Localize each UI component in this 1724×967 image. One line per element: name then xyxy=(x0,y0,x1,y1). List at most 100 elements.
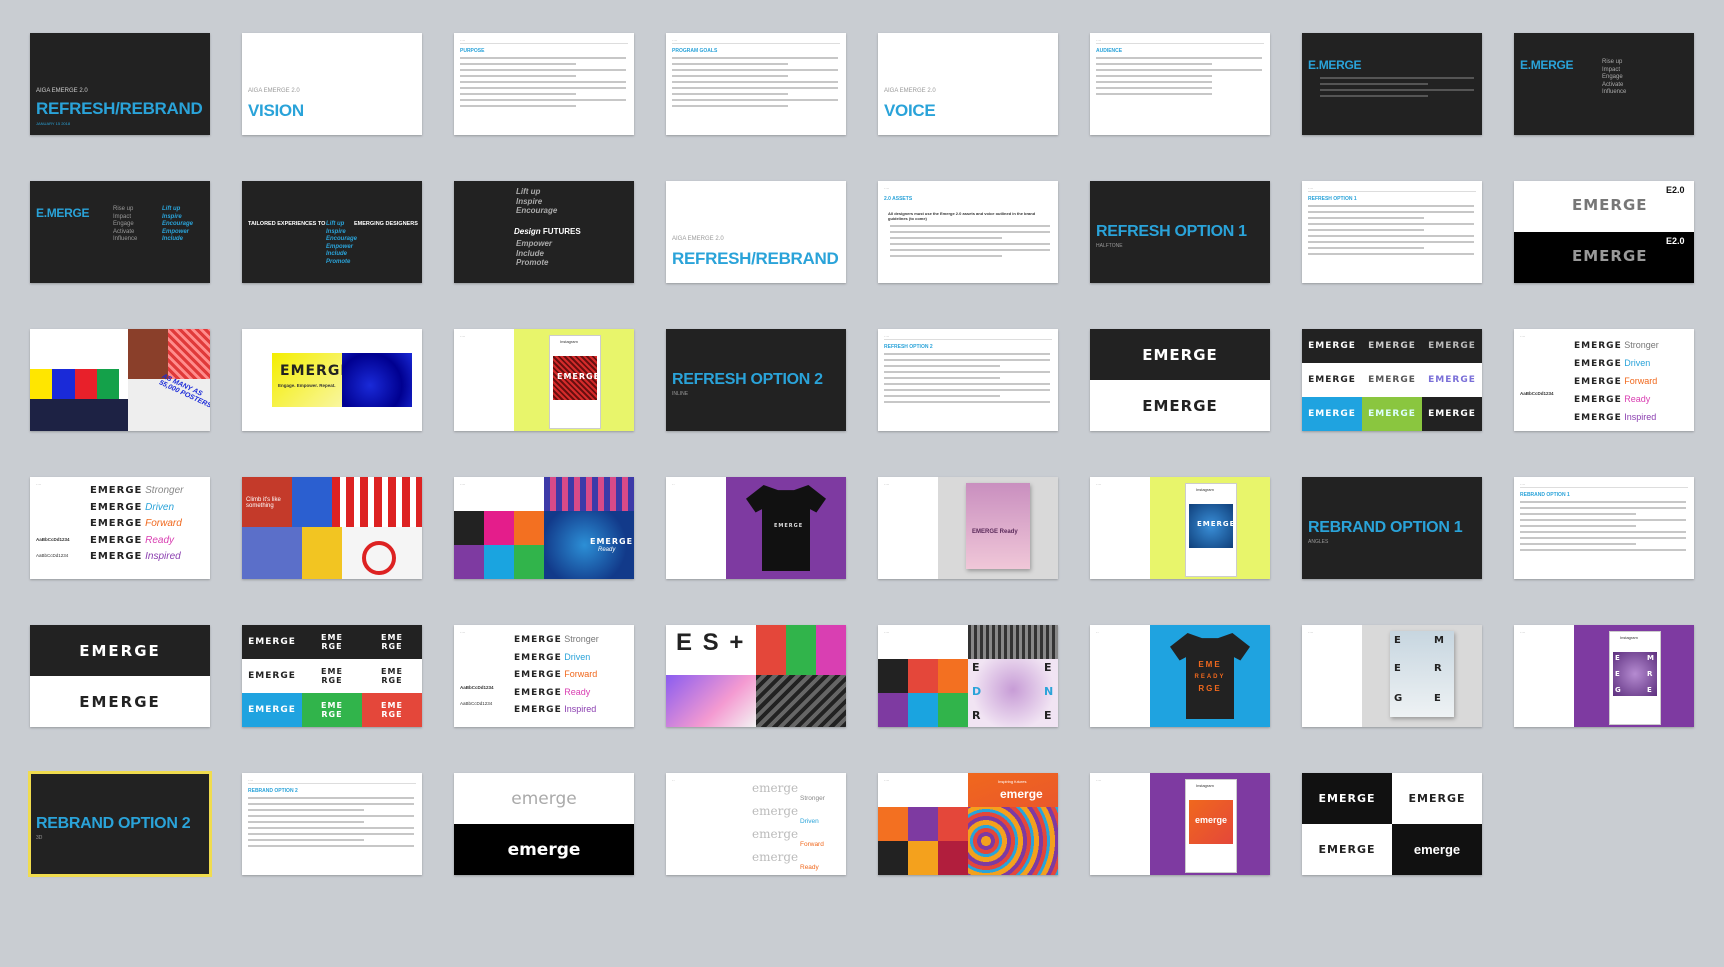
logo-wordmark: emerge xyxy=(511,788,577,809)
logo-wordmark: emerge xyxy=(752,850,799,864)
slide-thumbnail[interactable]: ···· Instagram E M E R G E xyxy=(1514,625,1694,727)
slide-title: E.MERGE xyxy=(1308,58,1362,72)
slide-thumbnail[interactable]: TAILORED EXPERIENCES TO Lift up Inspire … xyxy=(242,181,422,283)
slide-thumbnail[interactable]: AIGA EMERGE 2.0 VOICE xyxy=(878,33,1058,135)
print-line: EME xyxy=(1198,660,1222,669)
slide-thumbnail[interactable]: ···· EMERGE Ready xyxy=(454,477,634,579)
slide-thumbnail[interactable]: EMERGE Engage. Empower. Repeat. xyxy=(242,329,422,431)
slide-thumbnail[interactable]: EMERGE EMERGE xyxy=(30,625,210,727)
slide-thumbnail[interactable]: ···· REBRAND OPTION 1 xyxy=(1514,477,1694,579)
slide-thumbnail[interactable]: ···· EMERGE Stronger EMERGE Driven EMERG… xyxy=(30,477,210,579)
purple-panel: EMERGE xyxy=(726,477,846,579)
slide-thumbnail[interactable]: AIGA EMERGE 2.0 REFRESH/REBRAND JANUARY … xyxy=(30,33,210,135)
slide-thumbnail[interactable]: E S + xyxy=(666,625,846,727)
poster-letter: E xyxy=(1394,635,1402,646)
word-list: Lift up Inspire Encourage xyxy=(516,187,557,216)
slide-header: ···· xyxy=(1520,334,1526,339)
slide-thumbnail[interactable]: REBRAND OPTION 1 ANGLES xyxy=(1302,477,1482,579)
word-list: Empower Include Promote xyxy=(516,239,552,268)
logo-tile: EMERGE xyxy=(242,693,302,727)
word: Inspire xyxy=(516,196,543,206)
slide-subtitle: 3D xyxy=(36,835,43,841)
color-swatch xyxy=(97,369,119,399)
poster-letter: E xyxy=(1615,654,1621,662)
slide-tag: Ready xyxy=(598,547,616,553)
logo-wordmark: EMERGE xyxy=(1574,413,1622,423)
slide-text: TAILORED EXPERIENCES TO xyxy=(248,221,326,227)
slide-thumbnail[interactable]: ···· E M E R G E xyxy=(1302,625,1482,727)
dark-panel: EMERGE E2.0 xyxy=(1514,232,1694,283)
logo-wordmark: EMERGE xyxy=(1572,196,1648,214)
slide-thumbnail[interactable]: AIGA EMERGE 2.0 REFRESH/REBRAND xyxy=(666,181,846,283)
color-swatch xyxy=(75,369,97,399)
slide-title: REFRESH OPTION 2 xyxy=(672,371,823,388)
slide-thumbnail[interactable]: REFRESH OPTION 1 HALFTONE xyxy=(1090,181,1270,283)
slide-thumbnail[interactable]: Climb it's like something xyxy=(242,477,422,579)
slide-thumbnail[interactable]: ···· 2.0 ASSETS All designers must use t… xyxy=(878,181,1058,283)
slide-thumbnail[interactable]: REFRESH OPTION 2 INLINE xyxy=(666,329,846,431)
slide-thumbnail[interactable]: Lift up Inspire Encourage Design FUTURES… xyxy=(454,181,634,283)
slide-thumbnail[interactable]: EMERGE E2.0 EMERGE E2.0 xyxy=(1514,181,1694,283)
logo-wordmark: EMERGE xyxy=(1408,792,1466,805)
poster-image: EMERGE Ready xyxy=(544,511,634,579)
logo-part: RGE xyxy=(381,642,403,651)
slide-thumbnail[interactable]: ···· REBRAND OPTION 2 xyxy=(242,773,422,875)
word: Driven xyxy=(564,651,591,662)
slide-thumbnail[interactable]: ·· EMERGE xyxy=(666,477,846,579)
slide-thumbnail[interactable]: ···· Inspiring futures emerge xyxy=(878,773,1058,875)
slide-header: ···· xyxy=(36,482,42,487)
slide-thumbnail[interactable]: EMERGE EMERGE xyxy=(1090,329,1270,431)
slide-thumbnail[interactable]: ···· PROGRAM GOALS xyxy=(666,33,846,135)
slide-header: ···· xyxy=(884,482,890,487)
color-swatch xyxy=(878,807,908,841)
slide-thumbnail[interactable]: AIGA EMERGE 2.0 VISION xyxy=(242,33,422,135)
poster-letter: M xyxy=(1434,635,1445,646)
logo-wordmark: EMERGE xyxy=(514,652,562,663)
slide-thumbnail[interactable]: ···· AUDIENCE xyxy=(1090,33,1270,135)
color-swatch xyxy=(908,693,938,727)
slide-header: ···· xyxy=(1096,778,1102,783)
slide-thumbnail[interactable]: ·· EME READY RGE xyxy=(1090,625,1270,727)
slide-thumbnail[interactable]: ···· REFRESH OPTION 2 xyxy=(878,329,1058,431)
slide-thumbnail[interactable]: AS MANY AS 55,000 POSTERS xyxy=(30,329,210,431)
gray-panel: E M E R G E xyxy=(1362,625,1482,727)
word: Promote xyxy=(516,258,549,267)
slide-heading: REFRESH OPTION 2 xyxy=(884,344,933,350)
logo-wordmark: EMERGE xyxy=(1572,247,1648,265)
slide-thumbnail[interactable]: ···· Instagram EMERGE xyxy=(1090,477,1270,579)
slide-thumbnail[interactable]: E.MERGE Rise up Impact Engage Activate I… xyxy=(1514,33,1694,135)
app-name: Instagram xyxy=(1620,635,1638,640)
type-specimen: AaBbCcDd1234 xyxy=(460,701,493,706)
slide-thumbnail[interactable]: ···· EMERGE Ready xyxy=(878,477,1058,579)
word: Impact xyxy=(113,213,132,220)
word-list: Stronger Driven Forward Ready xyxy=(800,787,825,875)
slide-thumbnail[interactable]: E.MERGE Rise up Impact Engage Activate I… xyxy=(30,181,210,283)
logo-wordmark: EMERGE xyxy=(1574,359,1622,369)
slide-thumbnail[interactable]: ···· EMERGE Stronger EMERGE Driven EMERG… xyxy=(454,625,634,727)
slide-thumbnail[interactable]: ···· EMERGE Stronger EMERGE Driven EMERG… xyxy=(1514,329,1694,431)
logo-tile: EMERGE xyxy=(242,625,302,659)
slide-thumbnail[interactable]: EMERGE EMERGE EMERGE EMERGE EMERGE EMERG… xyxy=(1302,329,1482,431)
slide-thumbnail[interactable]: emerge emerge xyxy=(454,773,634,875)
logo-part: RGE xyxy=(381,710,403,719)
slide-thumbnail[interactable]: ···· Instagram emerge xyxy=(1090,773,1270,875)
slide-thumbnail-selected[interactable]: REBRAND OPTION 2 3D xyxy=(28,771,212,877)
slide-subtitle: JANUARY 15 2018 xyxy=(36,121,71,126)
word: Lift up xyxy=(162,206,181,212)
collage-tile: E S + xyxy=(666,625,756,675)
slide-thumbnail[interactable]: ···· Instagram EMERGE xyxy=(454,329,634,431)
slide-header: ···· xyxy=(460,334,466,339)
slide-thumbnail[interactable]: ·· emerge emerge emerge emerge Stronger … xyxy=(666,773,846,875)
slide-thumbnail[interactable]: ···· E E D N R E xyxy=(878,625,1058,727)
slide-thumbnail[interactable]: EMERGE EMERGE EMERGE EMERGE EMERGE EMERG… xyxy=(242,625,422,727)
slide-thumbnail[interactable]: ···· REFRESH OPTION 1 xyxy=(1302,181,1482,283)
slide-thumbnail[interactable]: EMERGE EMERGE EMERGE emerge xyxy=(1302,773,1482,875)
logo-tile: EMERGE xyxy=(1362,363,1422,397)
slide-text: EMERGING DESIGNERS xyxy=(354,221,418,227)
phone-mockup: Instagram emerge xyxy=(1185,779,1237,873)
word-stack: EMERGE Stronger EMERGE Driven EMERGE For… xyxy=(90,483,184,566)
slide-thumbnail[interactable]: E.MERGE xyxy=(1302,33,1482,135)
logo-tile: EMERGE xyxy=(302,693,362,727)
slide-thumbnail[interactable]: ···· PURPOSE xyxy=(454,33,634,135)
poster-letter: E xyxy=(1647,686,1653,694)
